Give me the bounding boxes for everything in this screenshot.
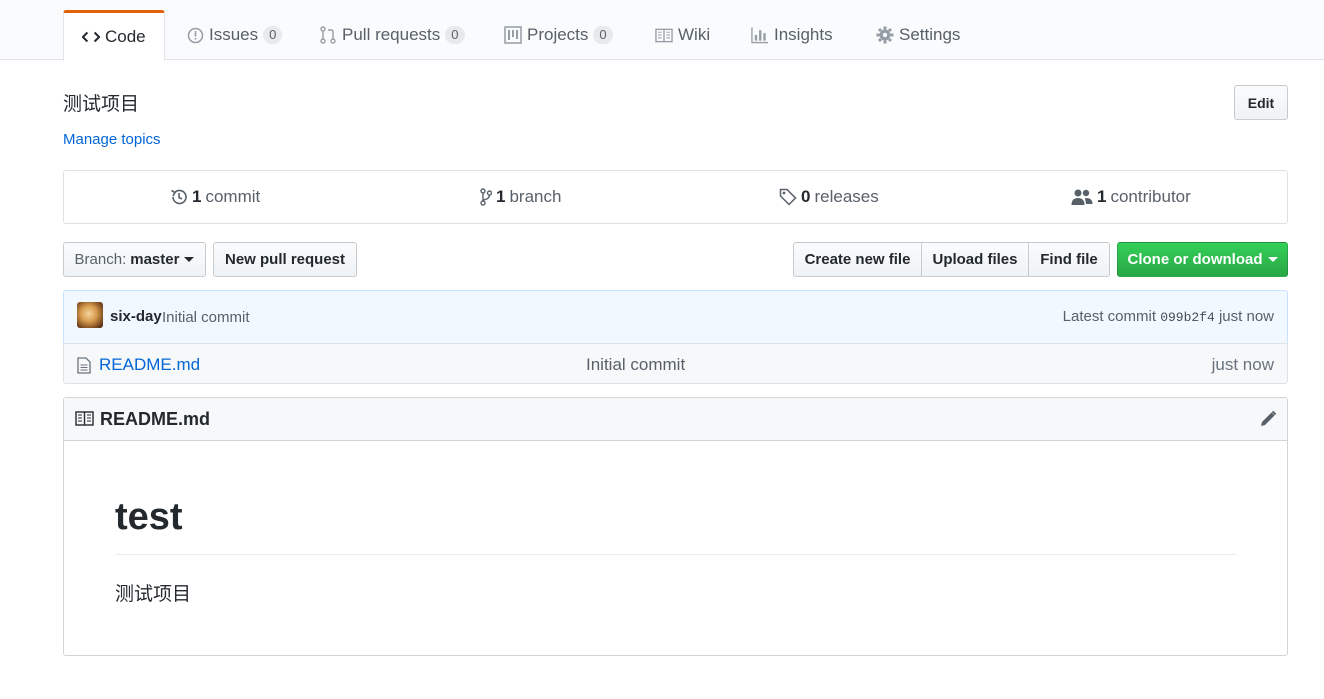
edit-description-button[interactable]: Edit [1234,85,1288,120]
branches-label: branch [509,187,562,206]
readme-box: README.md test 测试项目 [63,397,1288,656]
manage-topics-link[interactable]: Manage topics [63,131,161,148]
readme-title: README.md [100,409,211,429]
latest-commit-info: Latest commit 099b2f4 just now [1063,308,1274,325]
git-pull-request-icon [319,26,337,44]
tab-insights-label: Insights [774,25,833,44]
branches-count: 1 [496,187,506,206]
tab-projects[interactable]: Projects 0 [504,10,613,60]
book-icon [655,26,673,44]
contributors-link[interactable]: 1 contributor [1071,171,1191,223]
file-name-link[interactable]: README.md [99,355,200,375]
numbers-summary: 1 commit 1 branch 0 releases 1 contribut… [63,170,1288,224]
clone-or-download-button[interactable]: Clone or download [1117,242,1288,277]
releases-label: releases [814,187,879,206]
issues-counter: 0 [263,26,283,44]
clone-label: Clone or download [1127,251,1263,268]
create-new-file-button[interactable]: Create new file [793,242,922,277]
graph-icon [751,26,769,44]
tab-projects-label: Projects [527,25,589,44]
gear-icon [876,26,894,44]
releases-count: 0 [801,187,811,206]
tab-settings-label: Settings [899,25,961,44]
readme-paragraph: 测试项目 [115,583,192,605]
tag-icon [779,188,797,206]
contributors-count: 1 [1097,187,1107,206]
repo-nav: Code Issues 0 Pull requests 0 Projects 0… [0,0,1324,61]
caret-down-icon [184,257,195,262]
file-commit-message-link[interactable]: Initial commit [586,355,685,375]
readme-header: README.md [64,398,1287,441]
contributors-label: contributor [1110,187,1191,206]
tab-issues[interactable]: Issues 0 [186,10,283,60]
git-branch-icon [480,188,492,206]
releases-link[interactable]: 0 releases [779,171,879,223]
pencil-icon[interactable] [1259,410,1277,431]
tab-insights[interactable]: Insights [751,10,833,60]
tab-code[interactable]: Code [63,10,165,61]
code-icon [82,28,100,46]
upload-files-button[interactable]: Upload files [921,242,1029,277]
commit-author-link[interactable]: six-day [110,308,162,325]
projects-counter: 0 [593,26,613,44]
avatar[interactable] [77,302,103,328]
tab-issues-label: Issues [209,25,259,44]
branch-prefix: Branch: [74,251,127,268]
table-row: README.md Initial commit just now [63,343,1288,384]
tab-pull-requests[interactable]: Pull requests 0 [319,10,465,60]
commits-count: 1 [192,187,202,206]
branch-name: master [130,251,180,268]
tab-code-label: Code [105,26,146,46]
history-icon [170,188,188,206]
tab-wiki-label: Wiki [678,25,711,44]
file-icon [77,357,91,377]
latest-commit-prefix: Latest commit [1062,308,1157,325]
branches-link[interactable]: 1 branch [480,171,561,223]
people-icon [1071,188,1093,206]
heading-divider [115,554,1237,555]
tab-wiki[interactable]: Wiki [655,10,710,60]
caret-down-icon [1267,257,1278,262]
repo-description: 测试项目 [63,93,140,115]
commit-sha-link[interactable]: 099b2f4 [1160,310,1215,325]
file-age: just now [1211,355,1274,374]
file-actions-group: Create new file Upload files Find file [793,242,1110,277]
pulls-counter: 0 [445,26,465,44]
commit-message-link[interactable]: Initial commit [162,309,250,326]
issue-opened-icon [186,26,204,44]
project-icon [504,26,522,44]
latest-commit-age: just now [1218,308,1274,325]
tab-pull-requests-label: Pull requests [342,25,441,44]
latest-commit-bar: six-day Initial commit Latest commit 099… [63,290,1288,344]
branch-select-button[interactable]: Branch: master [63,242,206,277]
book-icon [75,411,94,429]
readme-heading: test [115,496,183,538]
tab-settings[interactable]: Settings [876,10,960,60]
commits-label: commit [205,187,261,206]
find-file-button[interactable]: Find file [1028,242,1110,277]
new-pull-request-button[interactable]: New pull request [213,242,357,277]
commits-link[interactable]: 1 commit [170,171,260,223]
